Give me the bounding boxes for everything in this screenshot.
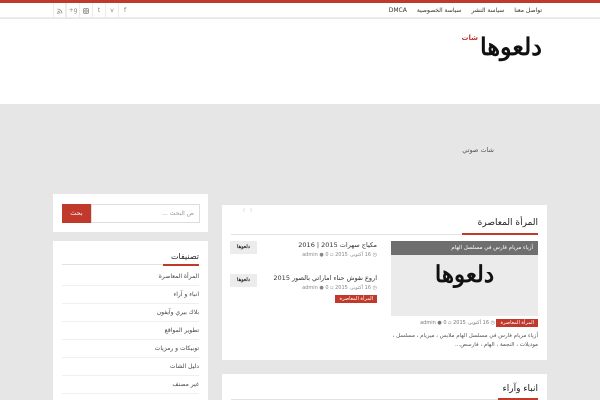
comment-icon: ▫ (330, 285, 334, 291)
user-icon: ● (319, 285, 324, 291)
facebook-icon[interactable]: f (118, 3, 131, 18)
breadcrumb[interactable]: شات صوتي (462, 146, 494, 154)
nav-dmca[interactable]: DMCA (389, 3, 407, 18)
section-women: ‹ › المرأة المعاصرة أزياء مريام فارس في … (222, 205, 547, 360)
section-news: انباء وآراء (222, 374, 547, 400)
instagram-icon[interactable] (79, 3, 92, 18)
post-meta: ◷ 16 أكتوبر، 2015 ▫ 0 ● admin (302, 285, 377, 291)
category-item[interactable]: تطوير المواقع (62, 322, 199, 340)
post-excerpt: أزياء مريام فارس في مسلسل الهام ملابس ، … (392, 333, 538, 348)
post-meta: ◷ 16 أكتوبر، 2015 ▫ 0 ● admin (420, 320, 495, 326)
category-item[interactable]: غير مصنف (62, 376, 199, 394)
user-icon: ● (437, 320, 442, 326)
comment-count[interactable]: 0 (325, 285, 328, 291)
search-widget: ص البحث ... بحث (53, 194, 208, 232)
clock-icon: ◷ (372, 252, 377, 258)
category-item[interactable]: بلاك بيري وآيفون (62, 304, 199, 322)
category-badge[interactable]: المرأة المعاصرة (496, 319, 538, 327)
clock-icon: ◷ (490, 320, 495, 326)
social-links: f v t g+ (53, 3, 131, 18)
site-header: دلعوها شات (0, 19, 600, 104)
clock-icon: ◷ (372, 285, 377, 291)
post-author[interactable]: admin (302, 285, 318, 291)
site-logo[interactable]: دلعوها شات (462, 32, 543, 62)
category-item[interactable]: المرأة المعاصرة (62, 268, 199, 286)
post-author[interactable]: admin (420, 320, 436, 326)
user-icon: ● (319, 252, 324, 258)
comment-count[interactable]: 0 (443, 320, 446, 326)
rss-icon[interactable] (53, 3, 66, 18)
categories-divider (62, 264, 199, 266)
post-date: 16 أكتوبر، 2015 (335, 285, 372, 291)
top-bar: تواصل معنا سياسة النشر سياسة الخصوصية DM… (0, 3, 600, 18)
post-title[interactable]: اروع نقوش حناء اماراتي بالصور 2015 (262, 274, 377, 283)
featured-title[interactable]: أزياء مريام فارس في مسلسل الهام (391, 241, 538, 255)
featured-logo: دلعوها (434, 261, 495, 288)
section-title[interactable]: انباء وآراء (503, 384, 538, 394)
twitter-icon[interactable]: t (92, 3, 105, 18)
category-item[interactable]: توبيكات و رمزيات (62, 340, 199, 358)
post-title[interactable]: مكياج سهرات 2015 | 2016 (262, 241, 377, 250)
search-input[interactable]: ص البحث ... (91, 204, 200, 223)
nav-publishing-policy[interactable]: سياسة النشر (471, 3, 504, 18)
nav-contact[interactable]: تواصل معنا (514, 3, 542, 18)
categories-widget: تصنيفات المرأة المعاصرة انباء و آراء بلا… (53, 241, 208, 400)
post-meta: ◷ 16 أكتوبر، 2015 ▫ 0 ● admin (302, 252, 377, 258)
vimeo-icon[interactable]: v (105, 3, 118, 18)
category-item[interactable]: انباء و آراء (62, 286, 199, 304)
category-badge[interactable]: المرأة المعاصرة (335, 295, 377, 303)
slider-arrows[interactable]: ‹ › (242, 205, 253, 216)
google-plus-icon[interactable]: g+ (66, 3, 79, 18)
featured-image[interactable]: أزياء مريام فارس في مسلسل الهام دلعوها (391, 241, 538, 316)
comment-count[interactable]: 0 (325, 252, 328, 258)
categories-title: تصنيفات (170, 252, 199, 261)
comment-icon: ▫ (448, 320, 452, 326)
search-button[interactable]: بحث (62, 204, 91, 223)
top-nav: تواصل معنا سياسة النشر سياسة الخصوصية DM… (389, 3, 600, 18)
list-item: دلعوها اروع نقوش حناء اماراتي بالصور 201… (230, 274, 377, 316)
post-author[interactable]: admin (302, 252, 318, 258)
comment-icon: ▫ (330, 252, 334, 258)
logo-text: دلعوها (480, 32, 542, 61)
post-date: 16 أكتوبر، 2015 (453, 320, 490, 326)
section-divider (231, 233, 538, 235)
post-thumbnail[interactable]: دلعوها (230, 274, 257, 287)
logo-tag: شات (461, 34, 479, 42)
post-date: 16 أكتوبر، 2015 (335, 252, 372, 258)
category-item[interactable]: دليل الشات (62, 358, 199, 376)
section-title[interactable]: المرأة المعاصرة (478, 218, 538, 228)
nav-privacy-policy[interactable]: سياسة الخصوصية (417, 3, 462, 18)
post-thumbnail[interactable]: دلعوها (230, 241, 257, 254)
